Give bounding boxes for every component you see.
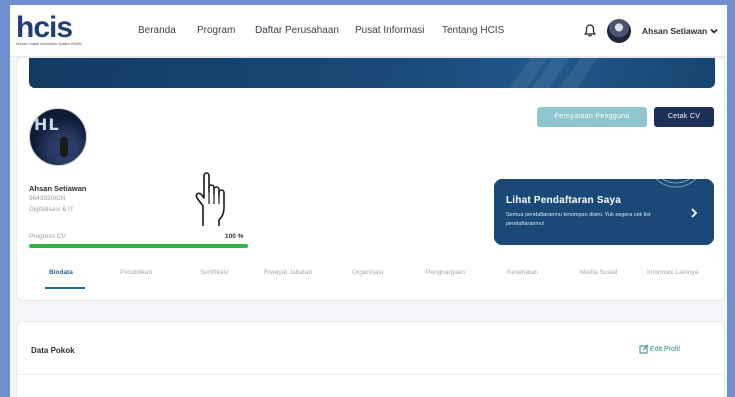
screen-frame-right [727, 0, 735, 397]
tab-kesehatan[interactable]: Kesehatan [507, 269, 538, 276]
lihat-pendaftaran-card[interactable]: Lihat Pendaftaran Saya Semua pendaftaran… [494, 179, 714, 245]
avatar-figure [60, 137, 68, 157]
tab-media-sosial[interactable]: Media Sosial [580, 269, 617, 276]
tab-penghargaan[interactable]: Penghargaan [426, 269, 465, 276]
page: hcis Human Capital Information System BU… [10, 5, 727, 397]
data-pokok-title: Data Pokok [31, 346, 75, 355]
profile-tabs: Biodata Pendidikan Sertifikasi Riwayat J… [17, 267, 724, 291]
edit-icon[interactable] [639, 344, 649, 354]
progress-bar-fill [29, 244, 248, 248]
profile-department: Digitalisasi & IT [29, 206, 74, 213]
progress-bar [29, 244, 248, 248]
user-name[interactable]: Ahsan Setiawan [642, 26, 707, 36]
decorative-rings [655, 179, 697, 188]
avatar-letters: HL [34, 115, 60, 134]
profile-name: Ahsan Setiawan [29, 184, 87, 193]
nav-program[interactable]: Program [197, 25, 235, 36]
progress-percent: 100 % [225, 233, 244, 240]
tab-riwayat-jabatan[interactable]: Riwayat Jabatan [264, 269, 312, 276]
cetak-cv-button[interactable]: Cetak CV [654, 107, 714, 127]
tab-pendidikan[interactable]: Pendidikan [120, 269, 152, 276]
edit-profil-button[interactable]: Edit Profil [650, 346, 680, 353]
chevron-right-icon[interactable] [689, 207, 699, 219]
top-header: hcis Human Capital Information System BU… [10, 5, 727, 57]
active-tab-indicator [45, 287, 85, 289]
logo-text: hcis [16, 11, 73, 44]
tab-informasi-lainnya[interactable]: Informasi Lainnya [647, 269, 698, 276]
profile-id: 9643920ICN [29, 195, 66, 202]
profile-card: HL Ahsan Setiawan 9643920ICN Digitalisas… [16, 57, 725, 301]
promo-description: Semua pendaftaranmu tersimpan disini. Yu… [506, 212, 651, 227]
screen-frame-left [0, 0, 10, 397]
data-pokok-card: Data Pokok Edit Profil [16, 321, 725, 397]
tab-biodata[interactable]: Biodata [49, 269, 73, 276]
tab-organisasi[interactable]: Organisasi [352, 269, 383, 276]
user-avatar[interactable] [607, 19, 631, 43]
chevron-down-icon[interactable] [709, 26, 719, 36]
nav-pusat-informasi[interactable]: Pusat Informasi [355, 25, 424, 36]
hcis-logo[interactable]: hcis Human Capital Information System BU… [16, 11, 82, 47]
tab-sertifikasi[interactable]: Sertifikasi [200, 269, 228, 276]
nav-beranda[interactable]: Beranda [138, 25, 176, 36]
profile-banner [29, 58, 715, 88]
pernyataan-pengguna-button[interactable]: Pernyataan Pengguna [537, 107, 647, 127]
progress-label: Progress CV [29, 233, 66, 240]
nav-daftar-perusahaan[interactable]: Daftar Perusahaan [255, 25, 339, 36]
logo-tagline: Human Capital Information System BUMN [16, 42, 82, 46]
profile-avatar: HL [29, 108, 87, 166]
divider [17, 374, 724, 375]
promo-title: Lihat Pendaftaran Saya [506, 195, 621, 206]
hand-pointer-icon [195, 172, 225, 226]
nav-tentang-hcis[interactable]: Tentang HCIS [442, 25, 504, 36]
bell-icon[interactable] [584, 24, 596, 37]
